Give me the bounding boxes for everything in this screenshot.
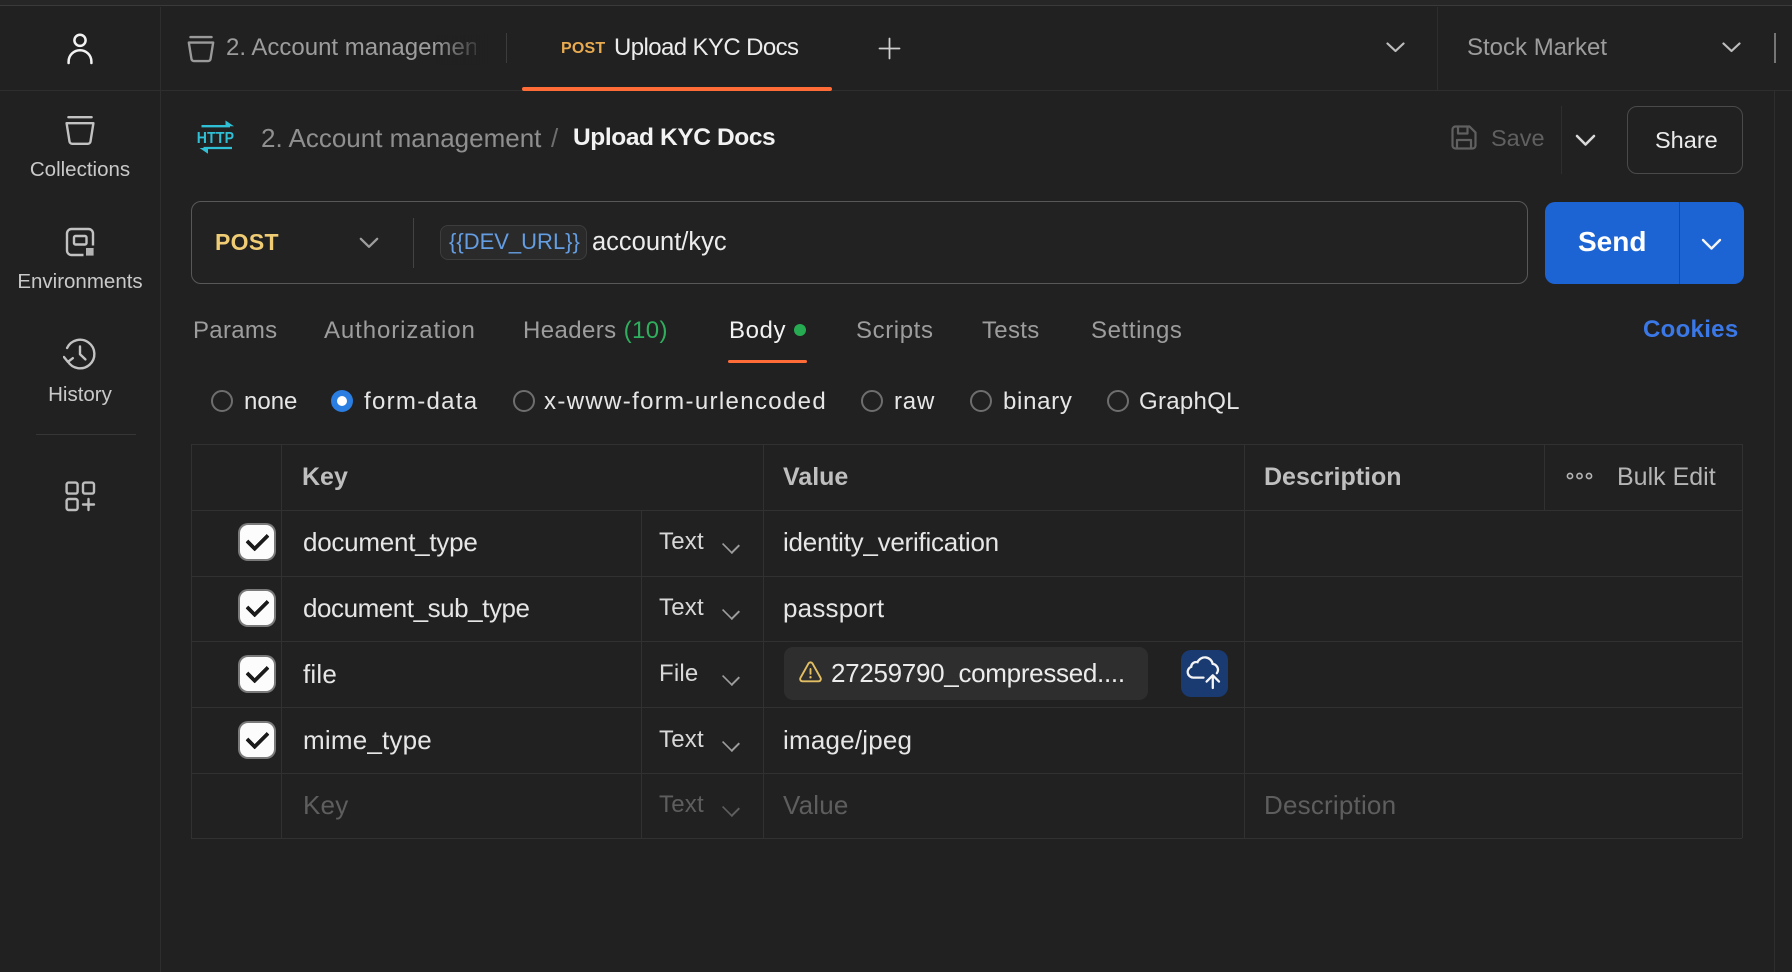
svg-text:HTTP: HTTP (197, 129, 234, 147)
